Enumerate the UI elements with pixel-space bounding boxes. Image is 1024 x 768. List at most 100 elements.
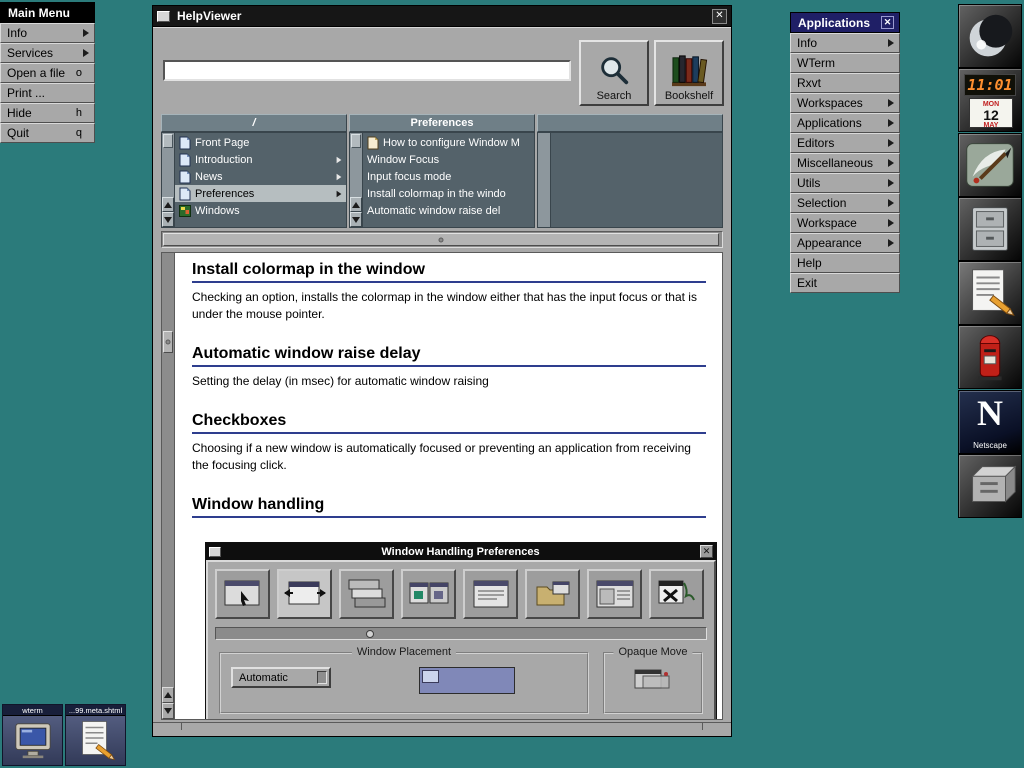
browser-item-automatic-window-raise[interactable]: Automatic window raise del xyxy=(363,202,534,219)
dock-icon-clock[interactable]: 11:01 MON 12 MAY xyxy=(958,68,1022,132)
scroll-down-button[interactable] xyxy=(162,703,174,719)
browser-item-window-focus[interactable]: Window Focus xyxy=(363,151,534,168)
scroll-down-button[interactable] xyxy=(350,212,362,227)
document-area: Install colormap in the window Checking … xyxy=(161,252,723,720)
main-menu-item-quit[interactable]: Quit q xyxy=(0,123,95,143)
browser-item-install-colormap[interactable]: Install colormap in the windo xyxy=(363,185,534,202)
document-icon xyxy=(179,153,191,167)
thumb-dimple-icon xyxy=(166,340,171,345)
search-button[interactable]: Search xyxy=(579,40,649,106)
browser-item-windows[interactable]: Windows xyxy=(175,202,346,219)
postbox-icon xyxy=(959,326,1021,388)
dock-icon-draw-tool[interactable] xyxy=(958,133,1022,197)
dock-icon-text-editor[interactable] xyxy=(958,261,1022,325)
main-menu-item-print[interactable]: Print ... xyxy=(0,83,95,103)
scrollbar-thumb[interactable] xyxy=(351,134,361,148)
submenu-arrow-icon xyxy=(888,199,894,207)
lcd-time: 11:01 xyxy=(964,74,1016,96)
apps-menu-item-applications[interactable]: Applications xyxy=(790,113,900,133)
dock-icon-drawer[interactable] xyxy=(958,454,1022,518)
browser-item-introduction[interactable]: Introduction xyxy=(175,151,346,168)
placement-dropdown: Automatic xyxy=(231,667,331,688)
dock-icon-window-maker[interactable] xyxy=(958,4,1022,68)
miniwindow-browser-page[interactable]: ...99.meta.shtml xyxy=(65,704,126,766)
placement-preview xyxy=(419,667,515,694)
browser-item-input-focus-mode[interactable]: Input focus mode xyxy=(363,168,534,185)
thumb-dimple-icon xyxy=(439,237,444,242)
scrollbar-thumb[interactable] xyxy=(163,331,173,353)
helpviewer-titlebar[interactable]: HelpViewer ✕ xyxy=(153,6,731,27)
search-input[interactable] xyxy=(163,60,571,81)
main-menu-item-hide[interactable]: Hide h xyxy=(0,103,95,123)
submenu-arrow-icon xyxy=(888,139,894,147)
submenu-arrow-icon xyxy=(337,156,342,162)
shortcut-key: o xyxy=(76,67,82,79)
scroll-up-button[interactable] xyxy=(350,197,362,212)
file-cabinet-icon xyxy=(959,198,1021,260)
arrow-up-icon xyxy=(352,202,360,208)
doc-paragraph: Choosing if a new window is automaticall… xyxy=(192,440,697,474)
helpviewer-window: HelpViewer ✕ Search xyxy=(152,5,732,737)
apps-menu-item-exit[interactable]: Exit xyxy=(790,273,900,293)
apps-menu-item-help[interactable]: Help xyxy=(790,253,900,273)
browser-item-front-page[interactable]: Front Page xyxy=(175,134,346,151)
browser-item-preferences[interactable]: Preferences xyxy=(175,185,346,202)
notepad-pencil-icon xyxy=(959,262,1021,324)
scrollbar-thumb[interactable] xyxy=(163,134,173,148)
arrow-down-icon xyxy=(164,217,172,223)
main-menu-item-open-a-file[interactable]: Open a file o xyxy=(0,63,95,83)
doc-paragraph: Setting the delay (in msec) for automati… xyxy=(192,373,697,390)
document-icon xyxy=(179,136,191,150)
bookshelf-button[interactable]: Bookshelf xyxy=(654,40,724,106)
browser-item-how-to-configure[interactable]: How to configure Window M xyxy=(363,134,534,151)
doc-heading: Install colormap in the window xyxy=(192,261,706,283)
embedded-titlebar: Window Handling Preferences ✕ xyxy=(206,543,716,560)
apps-menu-item-utils[interactable]: Utils xyxy=(790,173,900,193)
paint-pen-icon xyxy=(959,134,1021,196)
preferences-toolbar xyxy=(215,569,707,619)
applications-menu-titlebar[interactable]: Applications ✕ xyxy=(790,12,900,33)
close-icon[interactable]: ✕ xyxy=(712,9,727,24)
apps-menu-item-miscellaneous[interactable]: Miscellaneous xyxy=(790,153,900,173)
apps-menu-item-editors[interactable]: Editors xyxy=(790,133,900,153)
scroll-up-button[interactable] xyxy=(162,687,174,703)
apps-menu-item-appearance[interactable]: Appearance xyxy=(790,233,900,253)
browser-item-news[interactable]: News xyxy=(175,168,346,185)
miniwindow-wterm[interactable]: wterm xyxy=(2,704,63,766)
main-menu-title: Main Menu xyxy=(8,6,89,20)
apps-menu-item-info[interactable]: Info xyxy=(790,33,900,53)
column-header: / xyxy=(161,114,347,132)
terminal-monitor-icon xyxy=(7,717,59,765)
dock-icon-file-cabinet[interactable] xyxy=(958,197,1022,261)
dock-icon-mail-postbox[interactable] xyxy=(958,325,1022,389)
menu-close-icon[interactable]: ✕ xyxy=(881,16,894,29)
main-menu: Main Menu Info Services Open a file o Pr… xyxy=(0,2,95,143)
dropdown-grip-icon xyxy=(317,671,327,684)
scroll-up-button[interactable] xyxy=(162,197,174,212)
netscape-n-icon: N xyxy=(959,395,1021,431)
apps-menu-item-workspaces[interactable]: Workspaces xyxy=(790,93,900,113)
column-header xyxy=(537,114,723,132)
submenu-arrow-icon xyxy=(83,49,89,57)
applications-menu: Applications ✕ Info WTerm Rxvt Workspace… xyxy=(790,12,900,293)
scrollbar-thumb[interactable] xyxy=(163,233,719,246)
main-menu-item-info[interactable]: Info xyxy=(0,23,95,43)
submenu-arrow-icon xyxy=(83,29,89,37)
document-icon xyxy=(179,187,191,201)
apps-menu-item-rxvt[interactable]: Rxvt xyxy=(790,73,900,93)
resize-bar[interactable] xyxy=(153,722,731,730)
main-menu-item-services[interactable]: Services xyxy=(0,43,95,63)
main-menu-titlebar[interactable]: Main Menu xyxy=(0,2,95,23)
apps-menu-item-workspace[interactable]: Workspace xyxy=(790,213,900,233)
scroll-down-button[interactable] xyxy=(162,212,174,227)
column-scrollbar[interactable] xyxy=(350,133,363,227)
document-vertical-scrollbar[interactable] xyxy=(161,252,175,720)
apps-menu-item-wterm[interactable]: WTerm xyxy=(790,53,900,73)
dock-icon-netscape[interactable]: N Netscape xyxy=(958,390,1022,454)
column-scrollbar[interactable] xyxy=(162,133,175,227)
miniaturize-button[interactable] xyxy=(157,11,170,22)
column-scrollbar[interactable] xyxy=(538,133,551,227)
slider-thumb-icon xyxy=(366,630,374,638)
apps-menu-item-selection[interactable]: Selection xyxy=(790,193,900,213)
browser-horizontal-scrollbar[interactable] xyxy=(161,231,723,248)
